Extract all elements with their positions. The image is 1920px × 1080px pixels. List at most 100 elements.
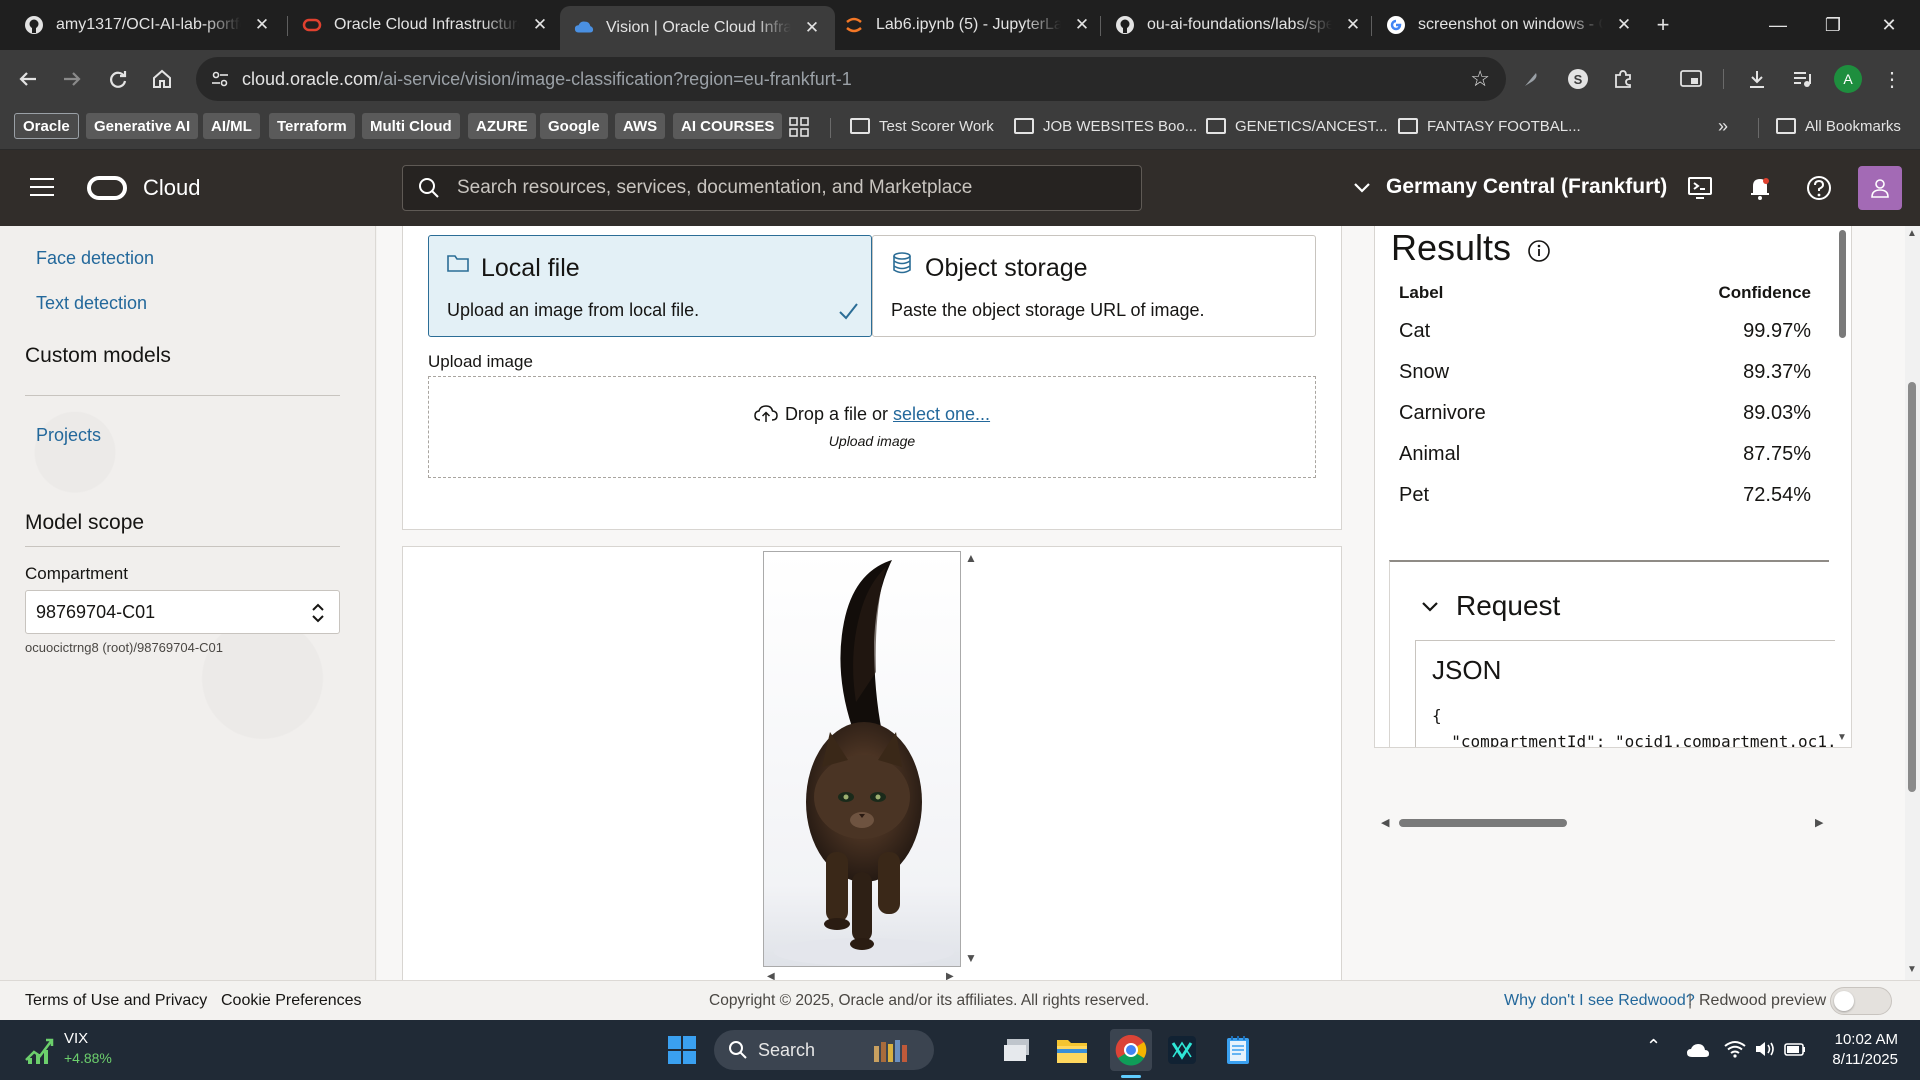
chrome-taskbar-icon[interactable]: [1110, 1029, 1152, 1071]
preview-scroll-right-icon[interactable]: ▶: [946, 971, 954, 980]
redwood-preview-toggle[interactable]: [1830, 987, 1892, 1015]
windows-start-icon[interactable]: [664, 1032, 700, 1068]
tray-chevron-up-icon[interactable]: ⌃: [1646, 1036, 1661, 1057]
oci-search-input[interactable]: Search resources, services, documentatio…: [402, 165, 1142, 211]
tab-jupyterlab[interactable]: Lab6.ipynb (5) - JupyterLab ✕: [830, 8, 1105, 42]
page-scroll-up-icon[interactable]: ▲: [1907, 228, 1917, 239]
tab-vision-active[interactable]: Vision | Oracle Cloud Infrast ✕: [560, 6, 835, 50]
extensions-puzzle-icon[interactable]: [1607, 63, 1639, 95]
bookmark-google[interactable]: Google: [540, 113, 608, 139]
nav-link-text-detection[interactable]: Text detection: [36, 293, 147, 314]
bookmark-aws[interactable]: AWS: [615, 113, 666, 139]
bookmark-multi-cloud[interactable]: Multi Cloud: [362, 113, 460, 139]
bookmark-star-icon[interactable]: ☆: [1470, 66, 1490, 92]
preview-scroll-left-icon[interactable]: ◀: [767, 971, 775, 980]
close-icon[interactable]: ✕: [1073, 15, 1091, 35]
reload-button[interactable]: [102, 63, 134, 95]
volume-icon[interactable]: [1754, 1040, 1776, 1058]
tab-google-search[interactable]: screenshot on windows - G ✕: [1372, 8, 1647, 42]
stock-widget[interactable]: VIX +4.88%: [64, 1030, 112, 1066]
task-view-icon[interactable]: [1000, 1032, 1036, 1068]
lapce-app-icon[interactable]: [1164, 1032, 1200, 1068]
page-scroll-down-icon[interactable]: ▼: [1907, 964, 1917, 975]
cloud-shell-icon[interactable]: [1686, 174, 1714, 202]
onedrive-cloud-icon[interactable]: [1686, 1042, 1710, 1058]
close-icon[interactable]: ✕: [1344, 15, 1362, 35]
close-window-button[interactable]: ✕: [1866, 8, 1912, 42]
bookmark-folder-job-websites[interactable]: JOB WEBSITES Boo...: [1014, 113, 1197, 139]
cast-icon[interactable]: [1675, 63, 1707, 95]
scroll-left-icon[interactable]: ◀: [1381, 816, 1389, 829]
nav-link-projects[interactable]: Projects: [36, 425, 101, 446]
restore-button[interactable]: ❐: [1810, 8, 1856, 42]
bookmark-folder-test-scorer[interactable]: Test Scorer Work: [850, 113, 994, 139]
back-button[interactable]: [12, 63, 44, 95]
compartment-select[interactable]: 98769704-C01: [25, 590, 340, 634]
notepad-icon[interactable]: [1220, 1032, 1256, 1068]
media-control-icon[interactable]: [1786, 63, 1818, 95]
taskbar-search[interactable]: Search: [714, 1030, 934, 1070]
wifi-icon[interactable]: [1724, 1040, 1746, 1058]
profile-avatar[interactable]: A: [1834, 65, 1862, 93]
bookmark-terraform[interactable]: Terraform: [269, 113, 355, 139]
object-storage-option[interactable]: Object storage Paste the object storage …: [872, 235, 1316, 337]
tab-oracle-cloud[interactable]: Oracle Cloud Infrastructure ✕: [288, 8, 563, 42]
all-bookmarks-button[interactable]: All Bookmarks: [1776, 113, 1901, 139]
terms-link[interactable]: Terms of Use and Privacy: [25, 992, 207, 1010]
home-button[interactable]: [146, 63, 178, 95]
battery-icon[interactable]: [1784, 1041, 1806, 1057]
notifications-bell-icon[interactable]: [1746, 174, 1774, 202]
url-bar[interactable]: cloud.oracle.com/ai-service/vision/image…: [196, 57, 1506, 101]
user-avatar[interactable]: [1858, 166, 1902, 210]
preview-scroll-up-icon[interactable]: ▲: [965, 551, 977, 565]
bookmark-oracle[interactable]: Oracle: [14, 113, 79, 139]
select-file-link[interactable]: select one...: [893, 404, 990, 424]
region-selector[interactable]: Germany Central (Frankfurt): [1352, 175, 1667, 199]
scroll-thumb[interactable]: [1839, 230, 1846, 338]
file-explorer-icon[interactable]: [1054, 1032, 1090, 1068]
scroll-down-icon[interactable]: ▼: [1837, 732, 1847, 743]
bookmark-folder-genetics[interactable]: GENETICS/ANCEST...: [1206, 113, 1388, 139]
why-redwood-link[interactable]: Why don't I see Redwood?: [1504, 992, 1695, 1010]
scroll-thumb[interactable]: [1399, 819, 1567, 827]
bookmark-azure[interactable]: AZURE: [468, 113, 536, 139]
nav-link-face-detection[interactable]: Face detection: [36, 248, 154, 269]
close-icon[interactable]: ✕: [1615, 15, 1633, 35]
file-dropzone[interactable]: Drop a file or select one... Upload imag…: [428, 376, 1316, 478]
oracle-logo-icon[interactable]: [87, 176, 127, 200]
more-bookmarks-button[interactable]: »: [1718, 113, 1728, 139]
request-toggle[interactable]: Request: [1420, 590, 1560, 622]
stock-chart-icon[interactable]: [24, 1036, 56, 1064]
tab-github-portfolio[interactable]: amy1317/OCI-AI-lab-portfo ✕: [10, 8, 285, 42]
kebab-menu-icon[interactable]: ⋮: [1876, 63, 1908, 95]
site-info-icon[interactable]: [210, 69, 230, 89]
info-icon[interactable]: [1527, 239, 1551, 263]
apps-grid-icon[interactable]: [789, 117, 809, 142]
bookmark-generative-ai[interactable]: Generative AI: [86, 113, 199, 139]
new-tab-button[interactable]: +: [1640, 8, 1686, 42]
tab-github-labs[interactable]: ou-ai-foundations/labs/spe ✕: [1101, 8, 1376, 42]
page-vertical-scrollbar[interactable]: ▲ ▼: [1905, 226, 1920, 980]
help-icon[interactable]: [1805, 174, 1833, 202]
forward-button[interactable]: [56, 63, 88, 95]
close-icon[interactable]: ✕: [803, 18, 821, 38]
scroll-right-icon[interactable]: ▶: [1815, 816, 1823, 829]
system-clock[interactable]: 10:02 AM 8/11/2025: [1820, 1030, 1898, 1070]
bookmark-ai-ml[interactable]: AI/ML: [203, 113, 260, 139]
preview-scroll-down-icon[interactable]: ▼: [965, 951, 977, 965]
local-file-option[interactable]: Local file Upload an image from local fi…: [428, 235, 872, 337]
extension-feather-icon[interactable]: [1515, 63, 1547, 95]
results-vertical-scrollbar[interactable]: ▼: [1835, 226, 1851, 748]
results-horizontal-scrollbar[interactable]: ◀ ▶: [1377, 815, 1837, 831]
oci-brand[interactable]: Cloud: [143, 175, 200, 201]
bookmark-folder-fantasy-football[interactable]: FANTASY FOOTBAL...: [1398, 113, 1581, 139]
cookie-preferences-link[interactable]: Cookie Preferences: [221, 992, 362, 1010]
minimize-button[interactable]: —: [1755, 8, 1801, 42]
bookmark-ai-courses[interactable]: AI COURSES: [673, 113, 783, 139]
hamburger-menu-icon[interactable]: [30, 178, 54, 198]
close-icon[interactable]: ✕: [253, 15, 271, 35]
close-icon[interactable]: ✕: [531, 15, 549, 35]
download-icon[interactable]: [1741, 63, 1773, 95]
page-scroll-thumb[interactable]: [1908, 382, 1916, 792]
extension-s-icon[interactable]: S: [1562, 63, 1594, 95]
